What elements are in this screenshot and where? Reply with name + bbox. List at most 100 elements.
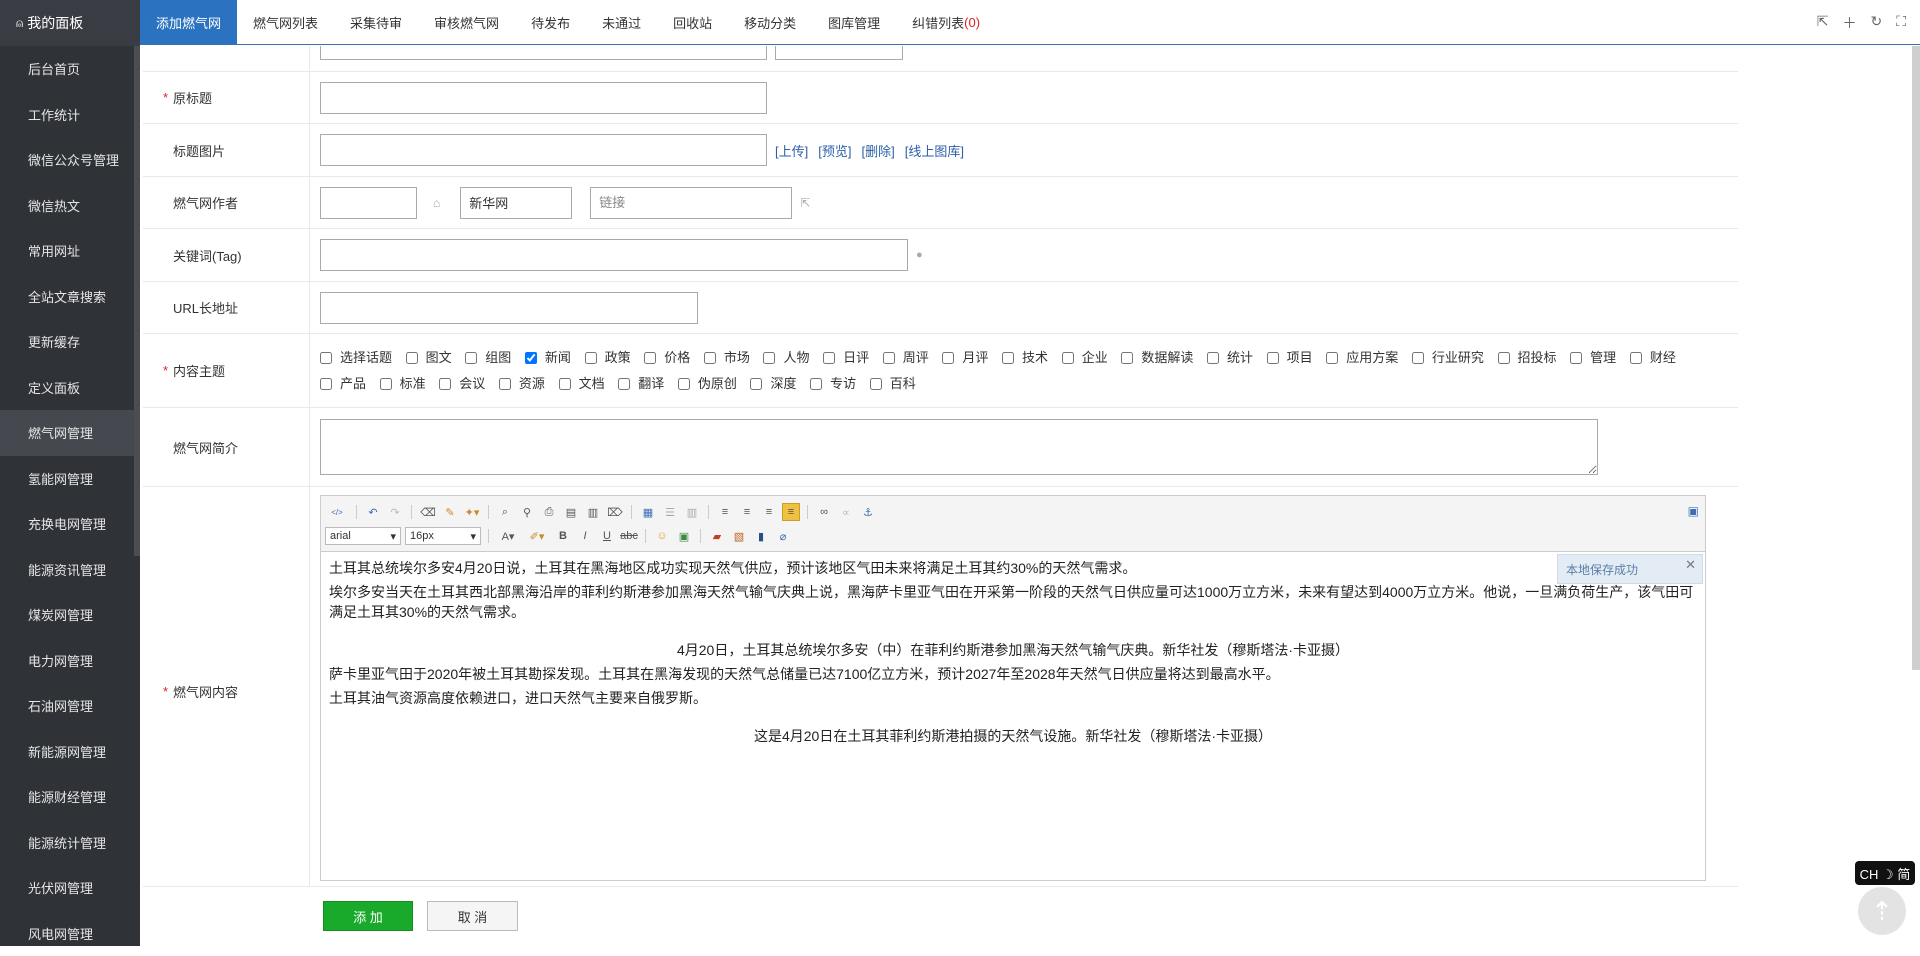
align-justify-icon[interactable]: ≡: [782, 503, 800, 521]
editor-content[interactable]: 土耳其总统埃尔多安4月20日说，土耳其在黑海地区成功实现天然气供应，预计该地区气…: [321, 552, 1705, 756]
paste-icon[interactable]: ▤: [562, 503, 580, 521]
auto-format-icon[interactable]: ✦▾: [463, 503, 481, 521]
sidebar-item[interactable]: 煤炭网管理: [0, 592, 140, 638]
bold-icon[interactable]: B: [554, 527, 572, 545]
multi-image-icon[interactable]: ▧: [730, 527, 748, 545]
unlink-icon[interactable]: ∝: [837, 503, 855, 521]
align-left-icon[interactable]: ≡: [716, 503, 734, 521]
sidebar-item[interactable]: 全站文章搜索: [0, 274, 140, 320]
sidebar-scrollbar[interactable]: [134, 46, 140, 556]
sidebar-item[interactable]: 风电网管理: [0, 911, 140, 956]
sidebar-item[interactable]: 微信热文: [0, 183, 140, 229]
topic-option[interactable]: 项目: [1267, 345, 1313, 371]
topic-option[interactable]: 会议: [439, 371, 485, 397]
topic-option[interactable]: 管理: [1570, 345, 1616, 371]
topic-checkbox[interactable]: [1002, 352, 1014, 364]
sidebar-item-active[interactable]: 燃气网管理: [0, 410, 140, 456]
topic-option[interactable]: 周评: [883, 345, 929, 371]
image-icon[interactable]: ▣: [675, 527, 693, 545]
topic-checkbox[interactable]: [320, 352, 332, 364]
topic-option[interactable]: 产品: [320, 371, 366, 397]
topic-option[interactable]: 深度: [750, 371, 796, 397]
topic-option[interactable]: 人物: [763, 345, 809, 371]
topic-option[interactable]: 伪原创: [678, 371, 737, 397]
clear-icon[interactable]: ⌦: [606, 503, 624, 521]
topic-checkbox[interactable]: [823, 352, 835, 364]
anchor-icon[interactable]: ⚓: [859, 503, 877, 521]
link-icon[interactable]: ∞: [815, 503, 833, 521]
topic-option[interactable]: 资源: [499, 371, 545, 397]
topic-checkbox[interactable]: [406, 352, 418, 364]
topic-option[interactable]: 技术: [1002, 345, 1048, 371]
keywords-input[interactable]: [320, 239, 908, 271]
source-input[interactable]: [460, 187, 572, 219]
topic-checkbox[interactable]: [1121, 352, 1133, 364]
sidebar-item[interactable]: 能源统计管理: [0, 820, 140, 866]
topic-checkbox[interactable]: [439, 378, 451, 390]
author-input[interactable]: [320, 187, 417, 219]
open-external-icon[interactable]: ⇱: [1817, 13, 1829, 33]
cancel-button[interactable]: 取 消: [427, 901, 518, 931]
topic-checkbox[interactable]: [585, 352, 597, 364]
sidebar-item[interactable]: 工作统计: [0, 92, 140, 138]
topic-option[interactable]: 行业研究: [1412, 345, 1484, 371]
topic-option[interactable]: 图文: [406, 345, 452, 371]
add-button[interactable]: 添 加: [323, 901, 413, 931]
sidebar-item[interactable]: 新能源网管理: [0, 729, 140, 775]
topic-checkbox[interactable]: [678, 378, 690, 390]
tab-move-category[interactable]: 移动分类: [728, 0, 812, 44]
underline-icon[interactable]: U: [598, 527, 616, 545]
undo-icon[interactable]: ↶: [364, 503, 382, 521]
topic-option[interactable]: 统计: [1207, 345, 1253, 371]
refresh-icon[interactable]: ↻: [1870, 13, 1882, 33]
emoji-icon[interactable]: ☺: [653, 527, 671, 545]
insert-col-icon[interactable]: ▥: [683, 503, 701, 521]
topic-option[interactable]: 组图: [465, 345, 511, 371]
sidebar-item[interactable]: 光伏网管理: [0, 865, 140, 911]
tab-add[interactable]: 添加燃气网: [140, 0, 237, 44]
topic-checkbox[interactable]: [870, 378, 882, 390]
page-scrollbar[interactable]: [1912, 46, 1920, 670]
tab-review[interactable]: 审核燃气网: [418, 0, 515, 44]
level-select-clipped[interactable]: [775, 46, 903, 60]
tab-to-publish[interactable]: 待发布: [515, 0, 586, 44]
topic-checkbox[interactable]: [942, 352, 954, 364]
topic-checkbox[interactable]: [465, 352, 477, 364]
topic-option[interactable]: 财经: [1630, 345, 1676, 371]
topic-checkbox[interactable]: [499, 378, 511, 390]
sidebar-item[interactable]: 氢能网管理: [0, 456, 140, 502]
topic-checkbox[interactable]: [1630, 352, 1642, 364]
sidebar-item[interactable]: 充换电网管理: [0, 501, 140, 547]
preview-link[interactable]: [预览]: [818, 141, 851, 160]
topic-checkbox[interactable]: [644, 352, 656, 364]
topic-option[interactable]: 价格: [644, 345, 690, 371]
topic-option[interactable]: 企业: [1062, 345, 1108, 371]
highlight-icon[interactable]: ✐▾: [524, 527, 550, 545]
sidebar-item[interactable]: 后台首页: [0, 46, 140, 92]
redo-icon[interactable]: ↷: [386, 503, 404, 521]
intro-textarea[interactable]: [320, 419, 1598, 475]
topic-option[interactable]: 应用方案: [1326, 345, 1398, 371]
tab-list[interactable]: 燃气网列表: [237, 0, 334, 44]
attachment-file-icon[interactable]: ▮: [752, 527, 770, 545]
title-input-clipped[interactable]: [320, 46, 767, 60]
sidebar-item[interactable]: 定义面板: [0, 365, 140, 411]
italic-icon[interactable]: I: [576, 527, 594, 545]
topic-checkbox[interactable]: [704, 352, 716, 364]
topic-option[interactable]: 翻译: [618, 371, 664, 397]
fullscreen-icon[interactable]: ⛶: [1896, 13, 1906, 33]
font-family-select[interactable]: arial▾: [325, 527, 401, 545]
topic-option[interactable]: 标准: [380, 371, 426, 397]
fullscreen-icon[interactable]: ▣: [1688, 504, 1699, 518]
tab-gallery[interactable]: 图库管理: [812, 0, 896, 44]
topic-option[interactable]: 新闻: [525, 345, 571, 371]
insert-row-icon[interactable]: ☰: [661, 503, 679, 521]
topic-option[interactable]: 政策: [585, 345, 631, 371]
topic-option[interactable]: 招投标: [1498, 345, 1557, 371]
topic-option[interactable]: 数据解读: [1121, 345, 1193, 371]
online-gallery-link[interactable]: [线上图库]: [905, 141, 964, 160]
topic-option[interactable]: 百科: [870, 371, 916, 397]
upload-link[interactable]: [上传]: [775, 141, 808, 160]
topic-checkbox-checked[interactable]: [525, 352, 537, 364]
sidebar-item[interactable]: 石油网管理: [0, 683, 140, 729]
